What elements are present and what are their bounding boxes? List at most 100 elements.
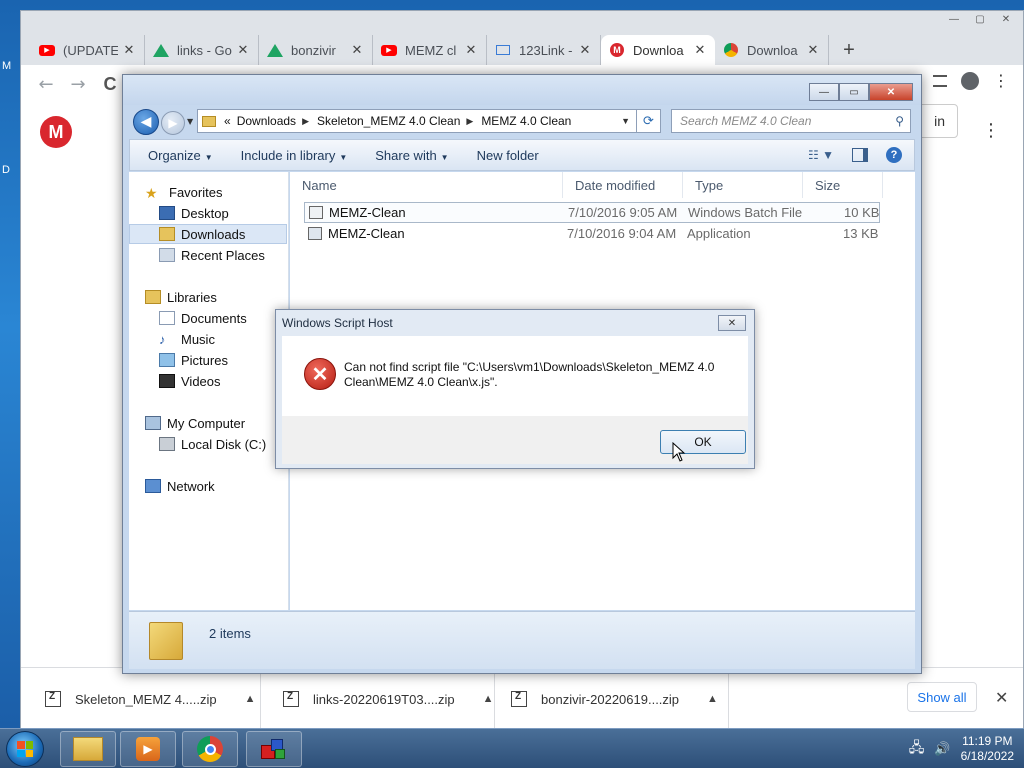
folder-icon [149, 622, 183, 660]
profile-avatar-icon[interactable] [961, 71, 979, 90]
chevron-up-icon[interactable]: ▲ [483, 693, 494, 705]
refresh-icon[interactable]: ⟳ [637, 109, 661, 133]
close-button[interactable]: ✕ [995, 11, 1017, 27]
file-size: 13 KB [843, 226, 879, 241]
tab-close-icon[interactable]: ✕ [122, 42, 136, 58]
show-all-downloads-button[interactable]: Show all [907, 682, 977, 712]
details-pane: 2 items [129, 611, 915, 669]
breadcrumb-memz[interactable]: MEMZ 4.0 Clean [481, 114, 571, 128]
share-with-button[interactable]: Share with ▼ [375, 148, 448, 163]
close-button[interactable]: ✕ [869, 83, 913, 101]
column-header-size[interactable]: Size [803, 172, 883, 198]
search-input[interactable]: Search MEMZ 4.0 Clean ⚲ [671, 109, 911, 133]
folder-icon [202, 115, 216, 127]
nav-item-network[interactable]: Network [129, 476, 287, 496]
download-item[interactable]: Skeleton_MEMZ 4.....zip ▲ [21, 668, 261, 730]
breadcrumb-overflow[interactable]: « [224, 114, 231, 128]
nav-item-libraries[interactable]: Libraries [129, 287, 287, 307]
nav-item-videos[interactable]: Videos [129, 371, 287, 391]
browser-tab[interactable]: bonzivir ✕ [259, 35, 373, 65]
preview-pane-icon[interactable] [852, 148, 868, 162]
download-filename: Skeleton_MEMZ 4.....zip [75, 691, 217, 707]
taskbar-chrome-button[interactable] [182, 731, 238, 767]
change-view-icon[interactable]: ☷ ▼ [808, 148, 834, 162]
column-header-type[interactable]: Type [683, 172, 803, 198]
tab-close-icon[interactable]: ✕ [350, 42, 364, 58]
download-item[interactable]: links-20220619T03....zip ▲ [261, 668, 495, 730]
taskbar-media-player-button[interactable]: ▶ [120, 731, 176, 767]
view-controls: ☷ ▼ ? [808, 147, 902, 163]
nav-item-local-disk[interactable]: Local Disk (C:) [129, 434, 287, 454]
start-button[interactable] [6, 731, 44, 767]
mega-logo[interactable]: M [40, 116, 72, 148]
address-bar[interactable]: « Downloads ▶ Skeleton_MEMZ 4.0 Clean ▶ … [197, 109, 637, 133]
clock-date: 6/18/2022 [960, 749, 1014, 763]
include-in-library-button[interactable]: Include in library ▼ [241, 148, 348, 163]
minimize-button[interactable]: — [809, 83, 839, 101]
nav-item-favorites[interactable]: ★ Favorites [129, 182, 287, 202]
address-dropdown-icon[interactable]: ▼ [621, 116, 630, 126]
nav-item-pictures[interactable]: Pictures [129, 350, 287, 370]
computer-icon [145, 416, 161, 430]
recent-pages-dropdown-icon[interactable]: ▼ [187, 117, 193, 126]
back-button[interactable]: ← [33, 71, 59, 97]
breadcrumb-separator-icon[interactable]: ▶ [466, 116, 473, 127]
chevron-up-icon[interactable]: ▲ [245, 693, 256, 705]
explorer-titlebar: — ▭ ✕ [123, 75, 921, 105]
organize-button[interactable]: Organize ▼ [148, 148, 213, 163]
nav-item-my-computer[interactable]: My Computer [129, 413, 287, 433]
breadcrumb-skeleton[interactable]: Skeleton_MEMZ 4.0 Clean [317, 114, 460, 128]
forward-button[interactable]: → [65, 71, 91, 97]
browser-window-controls: — ▢ ✕ [943, 11, 1017, 33]
maximize-button[interactable]: ▢ [969, 11, 991, 27]
browser-tab[interactable]: M Downloa ✕ [601, 35, 715, 65]
help-icon[interactable]: ? [886, 147, 902, 163]
taskbar-explorer-button[interactable] [60, 731, 116, 767]
tab-close-icon[interactable]: ✕ [693, 42, 707, 58]
file-row[interactable]: MEMZ-Clean 7/10/2016 9:05 AM Windows Bat… [304, 202, 880, 223]
browser-tab[interactable]: 123Link - ✕ [487, 35, 601, 65]
new-tab-button[interactable]: + [835, 36, 863, 64]
browser-tab[interactable]: links - Go ✕ [145, 35, 259, 65]
tab-close-icon[interactable]: ✕ [236, 42, 250, 58]
nav-item-downloads[interactable]: Downloads [129, 224, 287, 244]
dialog-close-button[interactable]: ✕ [718, 315, 746, 331]
tab-close-icon[interactable]: ✕ [464, 42, 478, 58]
clock[interactable]: 11:19 PM 6/18/2022 [961, 734, 1014, 764]
reload-button[interactable]: C [97, 71, 123, 97]
download-item[interactable]: bonzivir-20220619....zip ▲ [495, 668, 729, 730]
file-date: 7/10/2016 9:04 AM [567, 226, 677, 241]
network-status-icon[interactable]: 🖧 [909, 737, 925, 761]
breadcrumb-downloads[interactable]: Downloads [237, 114, 296, 128]
forward-arrow-icon[interactable]: ▶ [161, 111, 185, 135]
explorer-navigation-bar: ◀ ▶ ▼ « Downloads ▶ Skeleton_MEMZ 4.0 Cl… [129, 107, 913, 135]
browser-tab[interactable]: ▶ (UPDATE ✕ [31, 35, 145, 65]
download-filename: bonzivir-20220619....zip [541, 691, 680, 707]
browser-tab[interactable]: Downloa ✕ [715, 35, 829, 65]
volume-icon[interactable]: 🔊 [934, 741, 950, 757]
chevron-up-icon[interactable]: ▲ [707, 693, 718, 705]
tab-label: Downloa [633, 42, 684, 58]
chrome-menu-icon[interactable]: ⋮ [993, 71, 1009, 90]
tab-close-icon[interactable]: ✕ [806, 42, 820, 58]
nav-item-music[interactable]: ♪ Music [129, 329, 287, 349]
download-shelf: Skeleton_MEMZ 4.....zip ▲ links-20220619… [21, 667, 1023, 730]
minimize-button[interactable]: — [943, 11, 965, 27]
taskbar-script-host-button[interactable] [246, 731, 302, 767]
browser-tab[interactable]: ▶ MEMZ cl ✕ [373, 35, 487, 65]
nav-item-desktop[interactable]: Desktop [129, 203, 287, 223]
column-header-name[interactable]: Name [290, 172, 563, 198]
column-header-date-modified[interactable]: Date modified [563, 172, 683, 198]
new-folder-button[interactable]: New folder [477, 148, 539, 163]
page-menu-icon[interactable]: ⋮ [982, 120, 1000, 141]
search-icon[interactable]: ⚲ [895, 114, 904, 128]
reading-list-icon[interactable] [933, 74, 947, 87]
breadcrumb-separator-icon[interactable]: ▶ [302, 116, 309, 127]
tab-close-icon[interactable]: ✕ [578, 42, 592, 58]
file-row[interactable]: MEMZ-Clean 7/10/2016 9:04 AM Application… [304, 223, 880, 244]
maximize-button[interactable]: ▭ [839, 83, 869, 101]
nav-item-recent-places[interactable]: Recent Places [129, 245, 287, 265]
close-download-shelf-button[interactable]: ✕ [995, 688, 1008, 707]
back-arrow-icon[interactable]: ◀ [133, 109, 159, 135]
nav-item-documents[interactable]: Documents [129, 308, 287, 328]
